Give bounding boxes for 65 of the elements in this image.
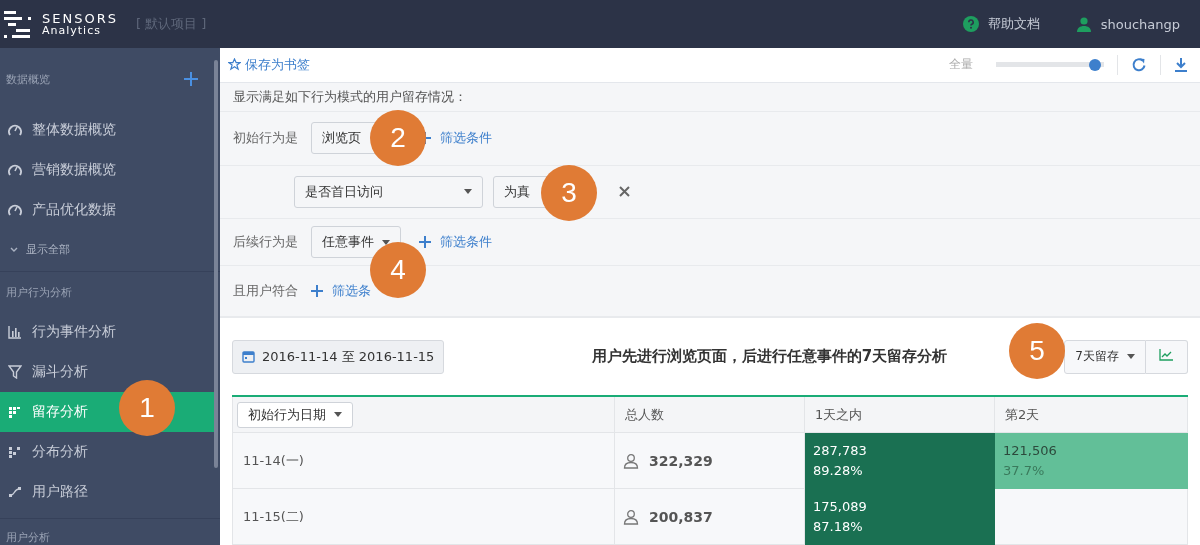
calendar-icon — [242, 350, 255, 363]
caret-icon — [1127, 354, 1135, 359]
help-link[interactable]: 帮助文档 — [962, 15, 1040, 33]
report-title: 用户先进行浏览页面，后进行任意事件的7天留存分析 — [591, 347, 948, 366]
line-chart-icon — [1159, 349, 1174, 361]
chart-button[interactable] — [1146, 339, 1188, 374]
date-range-button[interactable]: 2016-11-14 至 2016-11-15 — [232, 339, 445, 374]
brand-subtitle: Analytics — [42, 25, 102, 36]
column-header: 总人数 — [625, 405, 664, 424]
caret-icon — [464, 189, 472, 195]
column-header: 第2天 — [1005, 405, 1040, 424]
help-icon — [962, 16, 979, 32]
person-icon — [623, 452, 639, 469]
add-filter-link[interactable]: 筛选条 — [311, 282, 371, 301]
description: 显示满足如下行为模式的用户留存情况： — [220, 82, 1200, 112]
sidebar-item[interactable]: 行为事件分析 — [0, 312, 214, 352]
period-select[interactable]: 7天留存 — [1064, 339, 1146, 374]
retention-cell: 287,783 89.28% — [805, 433, 995, 489]
slider-thumb[interactable] — [1089, 58, 1102, 71]
path-icon — [8, 485, 22, 499]
table-cell: 11-15(二) — [243, 507, 304, 526]
bookmark-link[interactable]: 保存为书签 — [228, 55, 310, 74]
gauge-icon — [8, 203, 22, 217]
retention-cell: 175,089 87.18% — [805, 489, 995, 545]
plus-icon — [419, 236, 431, 249]
star-icon — [228, 58, 241, 72]
close-icon[interactable] — [619, 186, 630, 198]
download-icon[interactable] — [1174, 56, 1188, 73]
property-select[interactable]: 是否首日访问 — [294, 175, 483, 208]
caret-icon — [382, 239, 390, 245]
scatter-icon — [8, 445, 22, 459]
sidebar-item[interactable]: 整体数据概览 — [0, 110, 214, 150]
scrollbar[interactable] — [214, 60, 218, 468]
section-title: 数据概览 — [6, 71, 50, 87]
show-all-link[interactable]: 显示全部 — [0, 230, 220, 265]
chevron-down-icon — [10, 246, 18, 253]
retention-cell: 121,506 37.7% — [995, 433, 1188, 489]
user-menu[interactable]: shouchangp — [1075, 15, 1180, 33]
sample-label: 全量 — [949, 56, 973, 74]
sidebar-item[interactable]: 产品优化数据 — [0, 190, 214, 230]
table-cell: 11-14(一) — [243, 451, 304, 470]
total-count: 322,329 — [649, 452, 713, 469]
section-title: 用户行为分析 — [6, 284, 72, 300]
gauge-icon — [8, 163, 22, 177]
brand-name: SENSORS — [42, 12, 118, 25]
event-select[interactable]: 任意事件 — [311, 226, 401, 259]
section-title: 用户分析 — [6, 530, 50, 545]
plus-icon — [311, 285, 323, 298]
date-dimension-select[interactable]: 初始行为日期 — [237, 401, 353, 428]
sidebar-item[interactable]: 用户路径 — [0, 472, 214, 512]
user-icon — [1075, 16, 1092, 32]
sidebar-item[interactable]: 营销数据概览 — [0, 150, 214, 190]
add-icon[interactable] — [184, 72, 198, 86]
gauge-icon — [8, 123, 22, 137]
row-label: 且用户符合 — [233, 282, 299, 301]
total-count: 200,837 — [649, 508, 713, 525]
column-header: 1天之内 — [815, 405, 863, 424]
bar-chart-icon — [8, 325, 22, 339]
grid-icon — [8, 405, 22, 419]
funnel-icon — [8, 365, 22, 379]
caret-icon — [334, 412, 342, 417]
row-label: 后续行为是 — [233, 233, 299, 252]
refresh-icon[interactable] — [1131, 56, 1147, 73]
person-icon — [623, 508, 639, 525]
row-label: 初始行为是 — [233, 129, 299, 148]
